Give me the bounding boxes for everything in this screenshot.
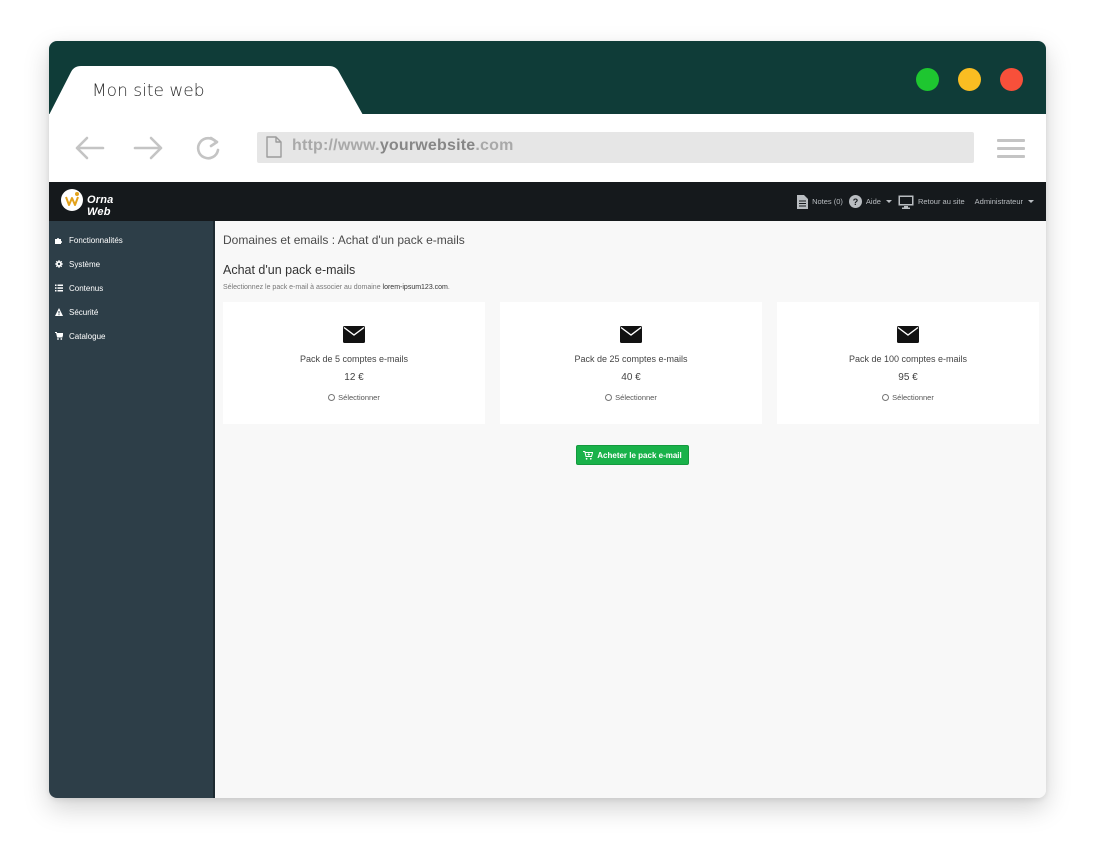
warning-icon	[55, 308, 63, 316]
radio-button[interactable]	[605, 394, 613, 401]
reload-icon[interactable]	[193, 134, 225, 162]
notes-link[interactable]: Notes (0)	[797, 194, 843, 209]
pack-title: Pack de 25 comptes e-mails	[574, 354, 688, 364]
breadcrumb: Domaines et emails : Achat d'un pack e-m…	[223, 233, 465, 247]
pack-price: 40 €	[621, 372, 641, 383]
pack-card-100[interactable]: Pack de 100 comptes e-mails 95 € Sélecti…	[777, 302, 1039, 424]
logo-circle-icon	[61, 189, 83, 211]
envelope-icon	[343, 326, 365, 343]
address-bar[interactable]: http://www.yourwebsite.com	[257, 132, 974, 163]
list-icon	[55, 284, 63, 292]
pack-card-25[interactable]: Pack de 25 comptes e-mails 40 € Sélectio…	[500, 302, 762, 424]
browser-titlebar: Mon site web	[49, 41, 1046, 115]
maximize-button[interactable]	[916, 68, 939, 91]
forward-arrow-icon[interactable]	[133, 134, 165, 162]
user-dropdown[interactable]: Administrateur	[975, 197, 1034, 206]
pack-title: Pack de 5 comptes e-mails	[299, 354, 409, 364]
hamburger-menu-icon[interactable]	[997, 139, 1025, 159]
browser-tab-title: Mon site web	[92, 81, 205, 101]
sidebar-item-contenus[interactable]: Contenus	[55, 281, 103, 295]
main-content: Domaines et emails : Achat d'un pack e-m…	[215, 221, 1046, 798]
pack-select-radio[interactable]: Sélectionner	[777, 393, 1039, 402]
caret-down-icon	[1028, 200, 1034, 203]
url-text: http://www.yourwebsite.com	[292, 137, 514, 154]
header-actions: Notes (0) ? Aide Retour au site Administ…	[797, 182, 1034, 221]
back-arrow-icon[interactable]	[73, 134, 105, 162]
browser-toolbar: http://www.yourwebsite.com	[49, 114, 1046, 182]
radio-button[interactable]	[328, 394, 336, 401]
logo-text: Orna Web	[87, 194, 114, 218]
help-dropdown[interactable]: ? Aide	[848, 195, 892, 208]
pack-select-radio[interactable]: Sélectionner	[500, 393, 762, 402]
svg-text:?: ?	[853, 197, 859, 207]
back-to-site-link[interactable]: Retour au site	[898, 195, 965, 209]
caret-down-icon	[885, 200, 892, 203]
envelope-icon	[620, 326, 642, 343]
monitor-icon	[898, 195, 914, 209]
domain-name: lorem-ipsum123.com	[382, 284, 448, 291]
gear-icon	[55, 260, 63, 268]
page-subtitle: Sélectionnez le pack e-mail à associer a…	[223, 284, 450, 291]
pack-card-5[interactable]: Pack de 5 comptes e-mails 12 € Sélection…	[223, 302, 485, 424]
cart-plus-icon	[583, 450, 594, 460]
sidebar-item-fonctionnalites[interactable]: Fonctionnalités	[55, 233, 123, 247]
sidebar-item-securite[interactable]: Sécurité	[55, 305, 98, 319]
close-button[interactable]	[1000, 68, 1023, 91]
buy-pack-button[interactable]: Acheter le pack e-mail	[576, 445, 689, 465]
sidebar-item-catalogue[interactable]: Catalogue	[55, 329, 105, 343]
app-logo[interactable]: Orna Web	[61, 189, 131, 218]
envelope-icon	[897, 326, 919, 343]
page-title: Achat d'un pack e-mails	[223, 263, 356, 277]
browser-window: Mon site web http://www.yourwebsite.com …	[49, 41, 1046, 798]
pack-price: 95 €	[898, 372, 918, 383]
minimize-button[interactable]	[958, 68, 981, 91]
browser-tab[interactable]: Mon site web	[49, 66, 369, 115]
cart-icon	[55, 332, 63, 340]
app-header: Orna Web Notes (0) ? Aide Retour au site…	[49, 182, 1046, 221]
sidebar-item-systeme[interactable]: Système	[55, 257, 100, 271]
radio-button[interactable]	[882, 394, 890, 401]
pack-title: Pack de 100 comptes e-mails	[848, 354, 968, 364]
sidebar: Fonctionnalités Système Contenus Sécurit…	[49, 221, 215, 798]
pack-price: 12 €	[344, 372, 364, 383]
puzzle-icon	[55, 236, 63, 244]
page-icon	[266, 136, 282, 158]
question-circle-icon: ?	[848, 195, 862, 208]
document-icon	[797, 194, 809, 209]
pack-select-radio[interactable]: Sélectionner	[223, 393, 485, 402]
